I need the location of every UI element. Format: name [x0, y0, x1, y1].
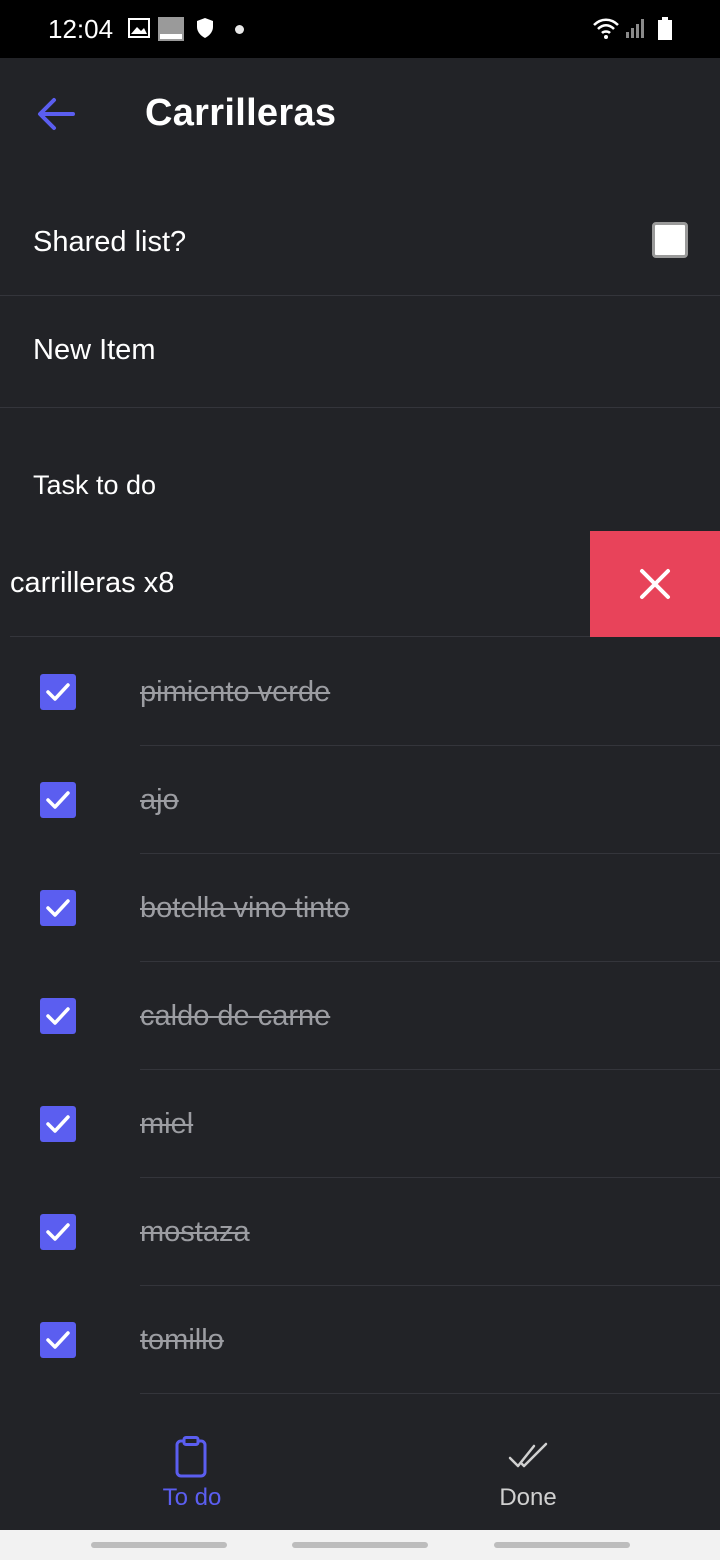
section-title: Task to do [33, 470, 157, 500]
item-checkbox[interactable] [40, 1214, 76, 1250]
battery-icon [658, 17, 672, 40]
list-item[interactable]: ajo [0, 746, 720, 854]
delete-item-button[interactable] [590, 531, 720, 637]
list-item-label: tomillo [140, 1324, 224, 1356]
list-item-label: miel [140, 1108, 194, 1140]
item-checkbox[interactable] [40, 1322, 76, 1358]
app-bar: Carrilleras [0, 58, 720, 170]
signal-icon [626, 19, 644, 38]
list-item-label: botella vino tinto [140, 892, 350, 924]
list-item-label: pimiento verde [140, 676, 331, 708]
item-checkbox[interactable] [40, 782, 76, 818]
section-header: Task to do [0, 408, 720, 530]
list-item[interactable]: pimiento verde [0, 638, 720, 746]
tab-todo[interactable]: To do [12, 1424, 372, 1530]
check-icon [46, 1223, 70, 1241]
check-icon [46, 1115, 70, 1133]
status-bar: 12:04 [0, 0, 720, 58]
close-icon [640, 569, 670, 599]
list-item-label: ajo [140, 784, 179, 816]
item-checkbox[interactable] [40, 890, 76, 926]
gallery-notification-icon [128, 18, 150, 38]
tab-done-label: Done [499, 1484, 557, 1511]
wifi-icon [593, 18, 619, 39]
double-check-icon [508, 1442, 548, 1468]
list-item[interactable]: botella vino tinto [0, 854, 720, 962]
new-item-row[interactable]: New Item [0, 296, 720, 407]
page-title: Carrilleras [145, 92, 337, 134]
check-icon [46, 791, 70, 809]
item-checkbox[interactable] [40, 1106, 76, 1142]
list-item-label: mostaza [140, 1216, 250, 1248]
bottom-navigation: To do Done [0, 1424, 720, 1530]
system-navigation-bar [0, 1530, 720, 1560]
list-item[interactable]: miel [0, 1070, 720, 1178]
tab-todo-label: To do [162, 1484, 222, 1511]
pending-list-item[interactable]: carrilleras x8 [0, 531, 720, 637]
item-checkbox[interactable] [40, 998, 76, 1034]
item-checkbox[interactable] [40, 674, 76, 710]
arrow-back-icon [38, 98, 75, 130]
check-icon [46, 1331, 70, 1349]
list-item[interactable]: caldo de carne [0, 962, 720, 1070]
carrier-logo-icon [158, 17, 184, 41]
shared-list-row[interactable]: Shared list? [0, 188, 720, 296]
check-icon [46, 683, 70, 701]
home-button[interactable] [292, 1542, 428, 1548]
status-time: 12:04 [48, 14, 114, 44]
shield-icon [197, 18, 213, 38]
back-button[interactable] [24, 88, 88, 140]
notification-dot-icon [235, 25, 244, 34]
list-item[interactable]: mostaza [0, 1178, 720, 1286]
check-icon [46, 1007, 70, 1025]
shared-list-checkbox[interactable] [652, 222, 688, 258]
check-icon [46, 899, 70, 917]
list-item[interactable]: tomillo [0, 1286, 720, 1394]
pending-item-label: carrilleras x8 [10, 567, 175, 599]
recents-button[interactable] [91, 1542, 227, 1548]
divider [10, 636, 590, 637]
list-item-label: caldo de carne [140, 1000, 331, 1032]
shared-list-label: Shared list? [33, 226, 187, 258]
back-system-button[interactable] [494, 1542, 630, 1548]
divider [140, 1393, 720, 1394]
new-item-label: New Item [33, 334, 156, 366]
clipboard-icon [175, 1436, 207, 1478]
tab-done[interactable]: Done [348, 1424, 708, 1530]
